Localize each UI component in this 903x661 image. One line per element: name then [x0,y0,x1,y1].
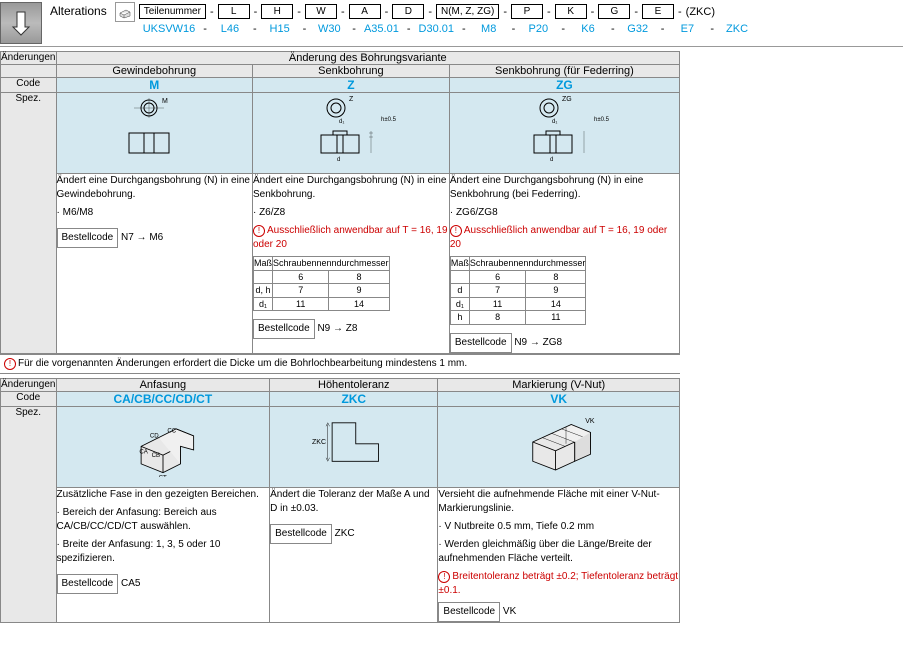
alterations-label: Alterations [46,2,111,20]
order-code-label: Bestellcode [57,574,119,594]
diagram-cell: CACB CD CC CT [56,406,270,487]
svg-text:h±0.5: h±0.5 [381,117,397,123]
svg-text:d₁: d₁ [552,119,557,125]
param-label: D [392,4,424,19]
param-value: P20 [519,23,557,35]
code-cell: M [56,78,252,93]
header-bar: Alterations Teilenummer-L-H-W-A-D-N(M, Z… [0,0,903,47]
param-value: H15 [261,23,299,35]
warning-icon: ! [4,358,16,370]
svg-text:M: M [162,98,168,105]
alterations-table-1: ÄnderungenÄnderung des Bohrungsvariante … [0,51,680,354]
order-code-label: Bestellcode [270,524,332,544]
svg-text:d: d [550,157,553,163]
svg-text:CT: CT [158,475,166,477]
mini-table: MaßSchraubennenndurchmesser68d79d₁1114h8… [450,256,587,325]
spec-cell: Versieht die aufnehmende Fläche mit eine… [438,487,680,622]
code-cell: VK [438,391,680,406]
svg-text:CB: CB [151,452,160,459]
alterations-icon [0,2,42,44]
param-value: A35.01 [360,23,403,35]
order-code-label: Bestellcode [57,228,119,248]
param-value: D30.01 [415,23,458,35]
order-code-value: N7 → M6 [118,232,163,243]
diagram-cell: ZG d₁ h±0.5 d [449,93,679,174]
diagram-cell: VK [438,406,680,487]
column-header: Anfasung [56,378,270,391]
order-code-value: N9 → ZG8 [512,337,563,348]
param-label: G [598,4,630,19]
param-label: (ZKC) [686,6,715,18]
warning-icon: ! [438,571,450,583]
svg-text:h±0.5: h±0.5 [594,117,610,123]
column-header: Gewindebohrung [56,65,252,78]
order-code-label: Bestellcode [253,319,315,339]
order-code-label: Bestellcode [438,602,500,622]
order-code-value: VK [500,606,516,617]
param-label: N(M, Z, ZG) [436,4,499,19]
diagram-cell: M [56,93,252,174]
spec-cell: Zusätzliche Fase in den gezeigten Bereic… [56,487,270,622]
mini-table: MaßSchraubennenndurchmesser68d, h79d₁111… [253,256,390,311]
spec-cell: Ändert eine Durchgangsbohrung (N) in ein… [56,174,252,354]
svg-text:CC: CC [167,427,176,434]
svg-text:CD: CD [150,433,159,440]
block-icon [115,2,135,22]
param-rows: Teilenummer-L-H-W-A-D-N(M, Z, ZG)-P-K-G-… [139,2,903,37]
code-cell: CA/CB/CC/CD/CT [56,391,270,406]
order-code-value: CA5 [118,578,140,589]
order-code-label: Bestellcode [450,333,512,353]
order-code-value: N9 → Z8 [315,323,358,334]
column-header: Senkbohrung (für Federring) [449,65,679,78]
param-label: Teilenummer [139,4,206,19]
param-value: UKSVW16 [139,23,200,35]
param-value: ZKC [718,23,756,35]
svg-text:d: d [337,157,340,163]
column-header: Senkbohrung [252,65,449,78]
warning-icon: ! [450,225,462,237]
param-value: M8 [470,23,508,35]
param-label: E [642,4,674,19]
svg-text:VK: VK [585,418,595,425]
svg-text:d₁: d₁ [339,119,344,125]
param-value: W30 [310,23,348,35]
spec-cell: Ändert eine Durchgangsbohrung (N) in ein… [449,174,679,354]
code-cell: Z [252,78,449,93]
diagram-cell: Zd₁ h±0.5 d [252,93,449,174]
svg-text:ZKC: ZKC [312,439,326,446]
code-cell: ZKC [270,391,438,406]
code-cell: ZG [449,78,679,93]
param-value: G32 [619,23,657,35]
param-label: A [349,4,381,19]
order-code-value: ZKC [332,528,355,539]
column-header: Höhentoleranz [270,378,438,391]
param-label: L [218,4,250,19]
param-label: P [511,4,543,19]
column-header: Markierung (V-Nut) [438,378,680,391]
svg-text:CA: CA [139,448,148,455]
param-value: K6 [569,23,607,35]
param-value: L46 [211,23,249,35]
param-label: K [555,4,587,19]
spec-cell: Ändert eine Durchgangsbohrung (N) in ein… [252,174,449,354]
param-label: H [261,4,293,19]
footnote: !Für die vorgenannten Änderungen erforde… [0,354,680,374]
svg-text:Z: Z [349,96,354,103]
warning-icon: ! [253,225,265,237]
spec-cell: Ändert die Toleranz der Maße A und D in … [270,487,438,622]
svg-text:ZG: ZG [562,96,572,103]
param-value: E7 [668,23,706,35]
param-label: W [305,4,337,19]
alterations-table-2: ÄnderungenAnfasungHöhentoleranzMarkierun… [0,378,680,623]
diagram-cell: ZKC [270,406,438,487]
